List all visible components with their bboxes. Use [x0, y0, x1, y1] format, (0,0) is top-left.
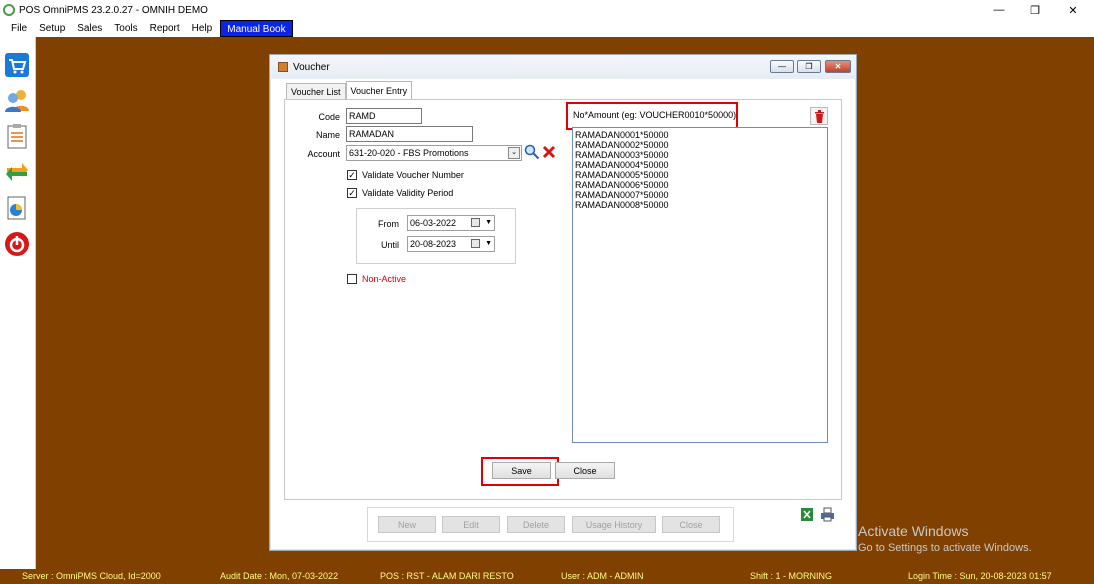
dialog-title: Voucher: [293, 61, 330, 73]
status-server: Server : OmniPMS Cloud, Id=2000: [22, 571, 161, 581]
app-titlebar: POS OmniPMS 23.2.0.27 - OMNIH DEMO — ❐ ✕: [0, 0, 1094, 20]
voucher-line: RAMADAN0001*50000: [575, 130, 669, 140]
dialog-maximize-button[interactable]: ❐: [797, 60, 821, 73]
dialog-tabs: Voucher List Voucher Entry: [286, 81, 413, 101]
checklist-icon[interactable]: [3, 122, 31, 150]
edit-button[interactable]: Edit: [442, 516, 500, 533]
menu-manual-book[interactable]: Manual Book: [220, 20, 293, 37]
menu-bar: File Setup Sales Tools Report Help Manua…: [0, 20, 1094, 37]
until-date-value: 20-08-2023: [410, 239, 457, 249]
highlight-box: [566, 102, 738, 130]
name-input[interactable]: RAMADAN: [346, 126, 473, 142]
app-logo-icon: [3, 4, 15, 16]
voucher-line: RAMADAN0008*50000: [575, 200, 669, 210]
account-select[interactable]: 631-20-020 - FBS Promotions ⌄: [346, 145, 522, 161]
status-pos: POS : RST - ALAM DARI RESTO: [380, 571, 514, 581]
validate-period-checkbox[interactable]: ✓: [347, 188, 357, 198]
code-input[interactable]: RAMD: [346, 108, 422, 124]
dialog-minimize-button[interactable]: —: [770, 60, 794, 73]
validate-number-label: Validate Voucher Number: [362, 170, 464, 180]
activate-windows-subtitle: Go to Settings to activate Windows.: [858, 542, 1032, 554]
new-button[interactable]: New: [378, 516, 436, 533]
cart-icon[interactable]: [3, 51, 31, 79]
tab-voucher-entry[interactable]: Voucher Entry: [345, 81, 413, 100]
voucher-line: RAMADAN0005*50000: [575, 170, 669, 180]
voucher-line: RAMADAN0002*50000: [575, 140, 669, 150]
chevron-down-icon[interactable]: ⌄: [508, 147, 520, 159]
menu-help[interactable]: Help: [186, 20, 219, 37]
menu-sales[interactable]: Sales: [71, 20, 108, 37]
non-active-label: Non-Active: [362, 274, 407, 284]
clear-icon[interactable]: [542, 145, 556, 159]
save-button[interactable]: Save: [492, 462, 551, 479]
validate-period-label: Validate Validity Period: [362, 188, 454, 198]
report-icon[interactable]: [3, 194, 31, 222]
voucher-line: RAMADAN0007*50000: [575, 190, 669, 200]
status-audit-date: Audit Date : Mon, 07-03-2022: [220, 571, 339, 581]
voucher-dialog: Voucher — ❐ ✕ Voucher List Voucher Entry…: [269, 54, 857, 551]
chevron-down-icon: ▼: [485, 219, 492, 226]
voucher-line: RAMADAN0003*50000: [575, 150, 669, 160]
until-label: Until: [380, 240, 399, 250]
menu-tools[interactable]: Tools: [108, 20, 143, 37]
status-user: User : ADM - ADMIN: [561, 571, 644, 581]
voucher-line: RAMADAN0006*50000: [575, 180, 669, 190]
left-toolbar: [0, 37, 36, 569]
close-list-button[interactable]: Close: [662, 516, 720, 533]
name-label: Name: [315, 130, 340, 140]
from-date-value: 06-03-2022: [410, 218, 457, 228]
dialog-titlebar: Voucher: [270, 55, 856, 79]
non-active-checkbox[interactable]: [347, 274, 357, 284]
account-label: Account: [307, 149, 340, 159]
trash-icon[interactable]: [810, 107, 828, 125]
usage-history-button[interactable]: Usage History: [572, 516, 656, 533]
status-shift: Shift : 1 - MORNING: [750, 571, 833, 581]
menu-report[interactable]: Report: [144, 20, 186, 37]
close-window-button[interactable]: ✕: [1055, 0, 1091, 20]
excel-export-icon[interactable]: [800, 507, 814, 522]
validate-number-checkbox[interactable]: ✓: [347, 170, 357, 180]
calendar-icon: [471, 218, 480, 227]
users-icon[interactable]: [3, 86, 31, 114]
menu-file[interactable]: File: [0, 20, 33, 37]
status-login-time: Login Time : Sun, 20-08-2023 01:57: [908, 571, 1052, 581]
code-label: Code: [318, 112, 340, 122]
calendar-icon: [471, 239, 480, 248]
activate-windows-title: Activate Windows: [858, 523, 969, 539]
close-entry-button[interactable]: Close: [555, 462, 615, 479]
voucher-icon: [278, 62, 288, 72]
until-date-picker[interactable]: 20-08-2023 ▼: [407, 236, 495, 252]
delete-button[interactable]: Delete: [507, 516, 565, 533]
menu-setup[interactable]: Setup: [33, 20, 71, 37]
from-date-picker[interactable]: 06-03-2022 ▼: [407, 215, 495, 231]
voucher-entry-panel: Code RAMD Name RAMADAN Account 631-20-02…: [284, 99, 842, 500]
transfer-icon[interactable]: [3, 158, 31, 186]
dialog-close-button[interactable]: ✕: [825, 60, 851, 73]
status-bar: Server : OmniPMS Cloud, Id=2000 Audit Da…: [0, 569, 1094, 584]
app-title: POS OmniPMS 23.2.0.27 - OMNIH DEMO: [19, 4, 208, 16]
restore-button[interactable]: ❐: [1017, 0, 1053, 20]
print-icon[interactable]: [820, 507, 835, 522]
voucher-line: RAMADAN0004*50000: [575, 160, 669, 170]
voucher-numbers-textarea[interactable]: RAMADAN0001*50000 RAMADAN0002*50000 RAMA…: [572, 127, 828, 443]
account-value: 631-20-020 - FBS Promotions: [349, 148, 469, 158]
power-icon[interactable]: [3, 230, 31, 258]
minimize-button[interactable]: —: [981, 0, 1017, 20]
chevron-down-icon: ▼: [485, 240, 492, 247]
search-icon[interactable]: [524, 144, 540, 160]
from-label: From: [378, 219, 399, 229]
